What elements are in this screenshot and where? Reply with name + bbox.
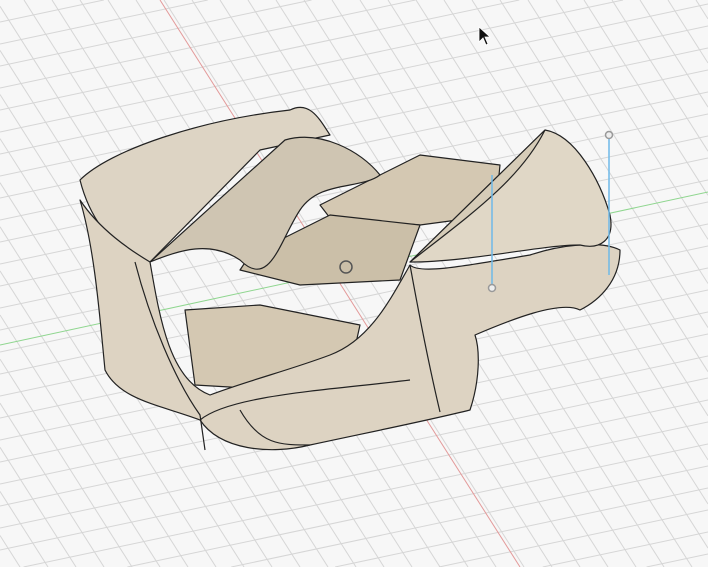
viewport-scene[interactable] (0, 0, 708, 567)
grid-line (438, 509, 708, 567)
grid-line (695, 0, 708, 20)
grid-line (646, 553, 708, 567)
grid-line (0, 535, 21, 567)
grid-line (334, 487, 708, 567)
grid-line (0, 6, 357, 567)
3d-model-body[interactable] (79, 106, 621, 451)
grid-line (0, 0, 312, 67)
grid-line (583, 0, 708, 196)
grid-line (23, 421, 708, 567)
grid-line (0, 0, 520, 111)
grid-line (127, 443, 708, 567)
grid-line (0, 402, 105, 567)
grid-line (0, 491, 49, 567)
grid-line (0, 3, 708, 155)
manipulator-handle-icon[interactable] (604, 130, 614, 140)
grid-line (542, 531, 708, 567)
manipulator-handle-icon[interactable] (487, 283, 497, 293)
grid-line (0, 447, 77, 567)
grid-line (0, 0, 104, 23)
3d-viewport-canvas[interactable] (0, 0, 708, 567)
grid-line (611, 0, 708, 152)
